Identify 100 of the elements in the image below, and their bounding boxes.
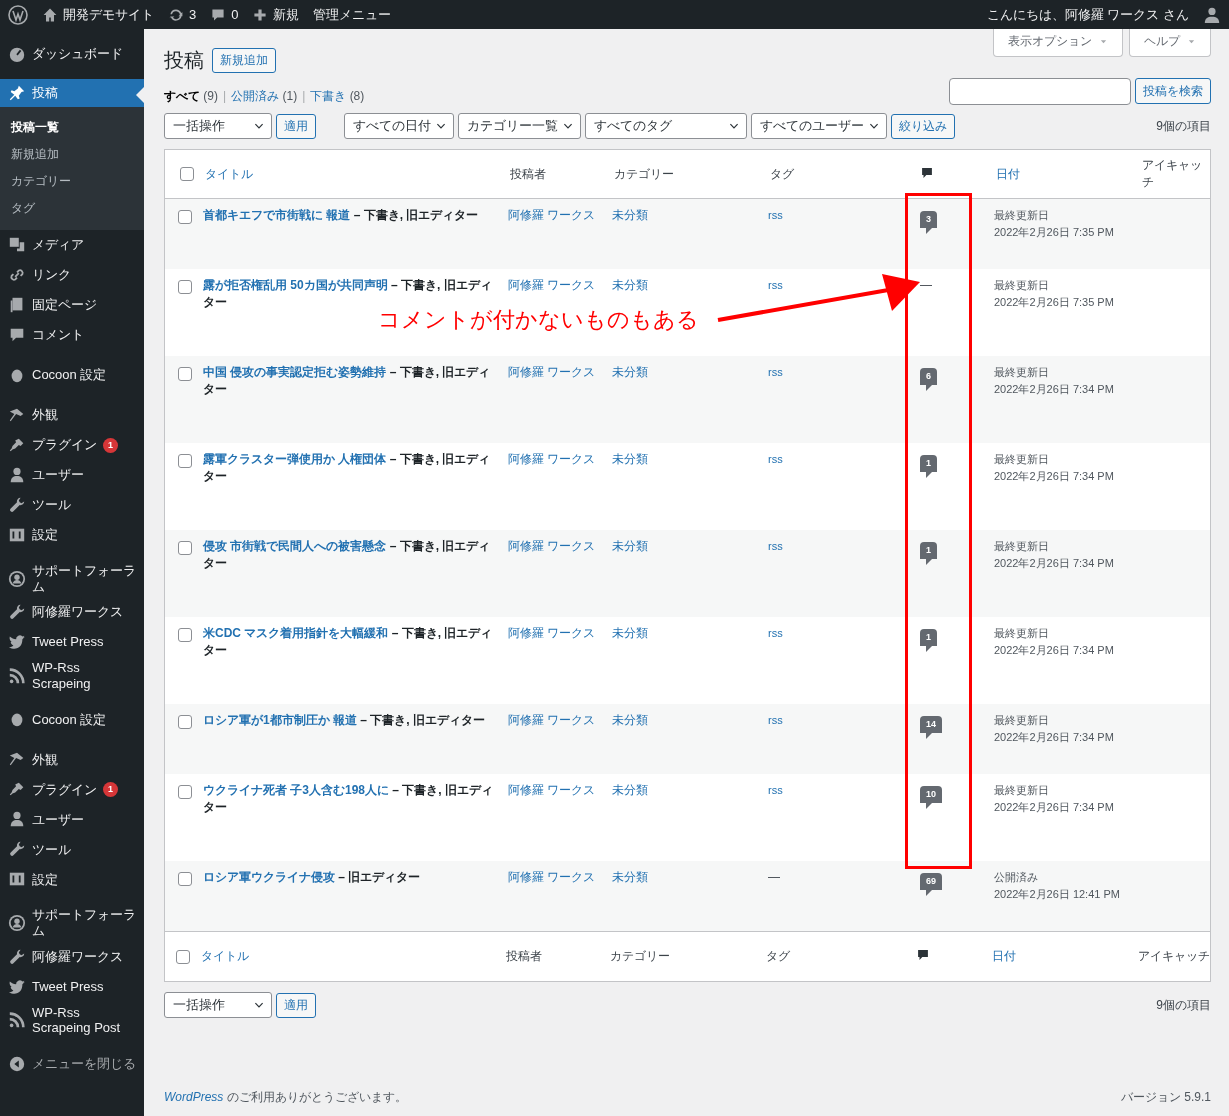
update-icon[interactable]	[168, 6, 184, 23]
column-header-link[interactable]: タイトル	[201, 948, 506, 965]
wordpress-link[interactable]: WordPress	[164, 1090, 224, 1104]
comment-count-bubble[interactable]: 10	[920, 786, 942, 809]
menu-item[interactable]: Tweet Press	[0, 627, 144, 658]
tag-link[interactable]: rss	[768, 453, 783, 465]
filter-select[interactable]: カテゴリー一覧	[458, 113, 581, 139]
submenu-item[interactable]: 新規追加	[0, 141, 144, 168]
tag-link[interactable]: rss	[768, 627, 783, 639]
menu-item[interactable]: サポートフォーラム	[0, 560, 144, 598]
menu-item[interactable]: プラグイン 1	[0, 430, 144, 460]
post-title-link[interactable]: 侵攻 市街戦で民間人への被害懸念	[203, 539, 387, 553]
view-filter-link[interactable]: 下書き (8)	[310, 87, 365, 105]
menu-item[interactable]: プラグイン 1	[0, 774, 144, 805]
post-title-link[interactable]: 首都キエフで市街戦に 報道	[203, 208, 351, 222]
menu-item[interactable]: ダッシュボード	[0, 39, 144, 69]
site-name-link[interactable]: 開発デモサイト	[63, 5, 154, 24]
comment-count-bubble[interactable]: 1	[920, 542, 937, 565]
menu-item[interactable]: リンク	[0, 260, 144, 290]
menu-item[interactable]: 外観	[0, 400, 144, 430]
post-title-link[interactable]: 米CDC マスク着用指針を大幅緩和	[203, 626, 389, 640]
comment-count-bubble[interactable]: 3	[920, 211, 937, 234]
row-checkbox[interactable]	[178, 210, 192, 224]
comment-count-bubble[interactable]: 14	[920, 716, 942, 739]
greeting-link[interactable]: こんにちは、阿修羅 ワークス さん	[986, 5, 1189, 24]
filter-select[interactable]: すべての日付	[344, 113, 454, 139]
select-all-checkbox[interactable]	[180, 167, 194, 181]
author-link[interactable]: 阿修羅 ワークス	[508, 713, 596, 727]
submenu-item[interactable]: カテゴリー	[0, 168, 144, 195]
category-link[interactable]: 未分類	[612, 452, 648, 466]
column-header-link[interactable]: タイトル	[201, 165, 506, 183]
menu-item[interactable]: 固定ページ	[0, 290, 144, 320]
author-link[interactable]: 阿修羅 ワークス	[508, 452, 596, 466]
view-filter-link[interactable]: すべて (9)	[164, 87, 218, 105]
category-link[interactable]: 未分類	[612, 208, 648, 222]
submenu-item[interactable]: タグ	[0, 195, 144, 222]
row-checkbox[interactable]	[178, 280, 192, 294]
search-button[interactable]: 投稿を検索	[1135, 78, 1211, 104]
tag-link[interactable]: rss	[768, 209, 783, 221]
home-icon[interactable]	[42, 6, 58, 23]
menu-item[interactable]: ツール	[0, 490, 144, 520]
menu-item[interactable]: メディア	[0, 230, 144, 260]
category-link[interactable]: 未分類	[612, 539, 648, 553]
collapse-menu-button[interactable]: メニューを閉じる	[0, 1048, 144, 1079]
author-link[interactable]: 阿修羅 ワークス	[508, 365, 596, 379]
menu-item[interactable]: WP-Rss Scrapeing	[0, 657, 144, 695]
search-field[interactable]	[949, 78, 1131, 105]
row-checkbox[interactable]	[178, 454, 192, 468]
comment-count-bubble[interactable]: 1	[920, 455, 937, 478]
menu-item[interactable]: コメント	[0, 320, 144, 350]
row-checkbox[interactable]	[178, 367, 192, 381]
view-filter-link[interactable]: 公開済み (1)	[231, 87, 298, 105]
tag-link[interactable]: rss	[768, 714, 783, 726]
menu-item[interactable]: Cocoon 設定	[0, 704, 144, 735]
menu-item[interactable]: Cocoon 設定	[0, 360, 144, 390]
category-link[interactable]: 未分類	[612, 713, 648, 727]
post-title-link[interactable]: ロシア軍が1都市制圧か 報道	[203, 713, 357, 727]
category-link[interactable]: 未分類	[612, 870, 648, 884]
filter-select[interactable]: すべてのタグ	[585, 113, 747, 139]
post-title-link[interactable]: 露軍クラスター弾使用か 人権団体	[203, 452, 387, 466]
menu-item[interactable]: 阿修羅ワークス	[0, 941, 144, 972]
menu-item[interactable]: ユーザー	[0, 460, 144, 490]
menu-item[interactable]: 外観	[0, 744, 144, 775]
post-title-link[interactable]: 中国 侵攻の事実認定拒む姿勢維持	[203, 365, 387, 379]
post-title-link[interactable]: 露が拒否権乱用 50カ国が共同声明	[203, 278, 388, 292]
bulk-action-select[interactable]: 一括操作	[164, 992, 272, 1018]
menu-item[interactable]: 投稿	[0, 79, 144, 107]
new-content-link[interactable]: 新規	[273, 5, 300, 24]
tag-link[interactable]: rss	[768, 784, 783, 796]
category-link[interactable]: 未分類	[612, 365, 648, 379]
select-all-checkbox[interactable]	[176, 949, 190, 964]
update-count[interactable]: 3	[189, 7, 197, 22]
row-checkbox[interactable]	[178, 628, 192, 642]
column-header-link[interactable]: 日付	[992, 948, 1138, 965]
filter-button[interactable]: 絞り込み	[891, 113, 955, 139]
post-title-link[interactable]: ウクライナ死者 子3人含む198人に	[203, 783, 390, 797]
filter-select[interactable]: すべてのユーザー	[751, 113, 887, 139]
author-link[interactable]: 阿修羅 ワークス	[508, 870, 596, 884]
apply-button[interactable]: 適用	[276, 992, 316, 1018]
comment-count[interactable]: 0	[231, 7, 239, 22]
post-title-link[interactable]: ロシア軍ウクライナ侵攻	[203, 870, 335, 884]
menu-item[interactable]: サポートフォーラム	[0, 904, 144, 942]
add-new-button[interactable]: 新規追加	[212, 48, 276, 73]
row-checkbox[interactable]	[178, 541, 192, 555]
author-link[interactable]: 阿修羅 ワークス	[508, 626, 596, 640]
wordpress-logo-icon[interactable]	[8, 4, 28, 25]
apply-button[interactable]: 適用	[276, 113, 316, 139]
submenu-item[interactable]: 投稿一覧	[0, 114, 144, 141]
menu-item[interactable]: 設定	[0, 864, 144, 895]
tag-link[interactable]: rss	[768, 279, 783, 291]
menu-item[interactable]: ツール	[0, 834, 144, 865]
category-link[interactable]: 未分類	[612, 626, 648, 640]
menu-item[interactable]: 設定	[0, 520, 144, 550]
comment-count-bubble[interactable]: 1	[920, 629, 937, 652]
menu-item[interactable]: Tweet Press	[0, 971, 144, 1002]
avatar-icon[interactable]	[1203, 5, 1221, 24]
comment-icon[interactable]	[210, 6, 227, 23]
tag-link[interactable]: rss	[768, 540, 783, 552]
author-link[interactable]: 阿修羅 ワークス	[508, 208, 596, 222]
author-link[interactable]: 阿修羅 ワークス	[508, 783, 596, 797]
